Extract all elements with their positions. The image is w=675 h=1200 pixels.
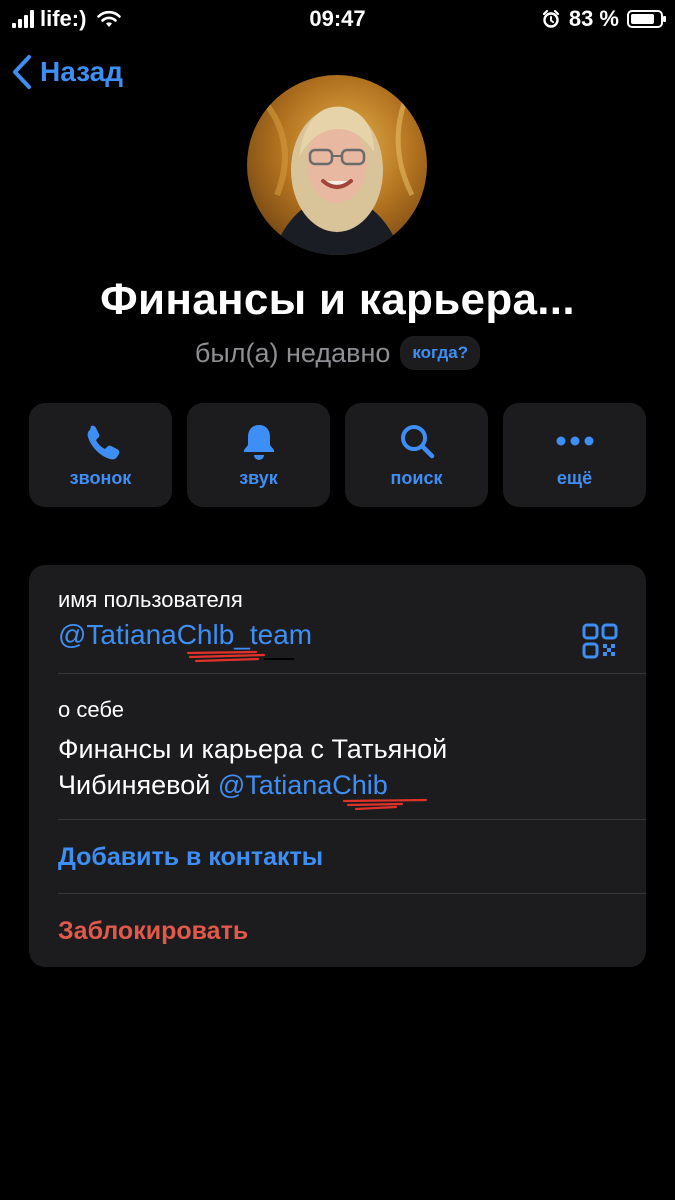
sound-label: звук xyxy=(239,467,278,488)
username-label: имя пользователя xyxy=(58,587,243,612)
status-bar: life:) 09:47 83 % xyxy=(0,0,675,40)
username-link[interactable]: @TatianaChlb_team xyxy=(58,619,313,663)
search-label: поиск xyxy=(390,467,443,488)
back-label: Назад xyxy=(40,56,124,87)
more-label: ещё xyxy=(556,467,593,488)
battery-fill xyxy=(631,14,654,24)
search-icon xyxy=(400,424,434,458)
info-card: имя пользователя @TatianaChlb_team о себ… xyxy=(29,565,646,967)
avatar[interactable] xyxy=(247,75,427,255)
bio-username-link[interactable]: @TatianaChib xyxy=(217,767,427,811)
status-right: 83 % xyxy=(541,6,666,32)
bio-label: о себе xyxy=(58,697,124,722)
avatar-photo xyxy=(247,75,427,255)
sound-button[interactable]: звук xyxy=(187,403,330,507)
chevron-left-icon xyxy=(13,55,31,89)
phone-icon xyxy=(87,425,119,459)
search-button[interactable]: поиск xyxy=(345,403,488,507)
bio-text: Финансы и карьера с Татьяной Чибиняевой … xyxy=(58,731,598,811)
divider xyxy=(58,819,646,820)
call-button[interactable]: звонок xyxy=(29,403,172,507)
action-bar: звонок звук поиск ещё xyxy=(29,403,646,507)
battery-icon xyxy=(627,10,666,28)
when-button[interactable]: когда? xyxy=(400,336,481,370)
alarm-icon xyxy=(542,9,559,28)
last-seen-text: был(а) недавно xyxy=(194,337,391,368)
block-button[interactable]: Заблокировать xyxy=(29,917,646,946)
last-seen-row: был(а) недавно когда? xyxy=(0,336,675,370)
call-label: звонок xyxy=(69,467,132,488)
divider xyxy=(58,673,646,674)
back-button[interactable]: Назад xyxy=(12,54,123,90)
battery-percent: 83 % xyxy=(568,6,619,31)
bio-row: о себе Финансы и карьера с Татьяной Чиби… xyxy=(29,697,646,811)
bell-icon xyxy=(243,424,274,460)
username-row[interactable]: имя пользователя @TatianaChlb_team xyxy=(29,587,646,663)
add-contact-button[interactable]: Добавить в контакты xyxy=(29,843,646,872)
bio-link-text: @TatianaChib xyxy=(217,770,388,800)
more-icon xyxy=(556,436,593,445)
profile-name: Финансы и карьера... xyxy=(100,275,575,324)
divider xyxy=(58,893,646,894)
red-underline-scribble xyxy=(186,650,294,663)
more-button[interactable]: ещё xyxy=(503,403,646,507)
qr-code-icon[interactable] xyxy=(582,623,618,659)
username-text: @TatianaChlb_team xyxy=(58,619,313,650)
